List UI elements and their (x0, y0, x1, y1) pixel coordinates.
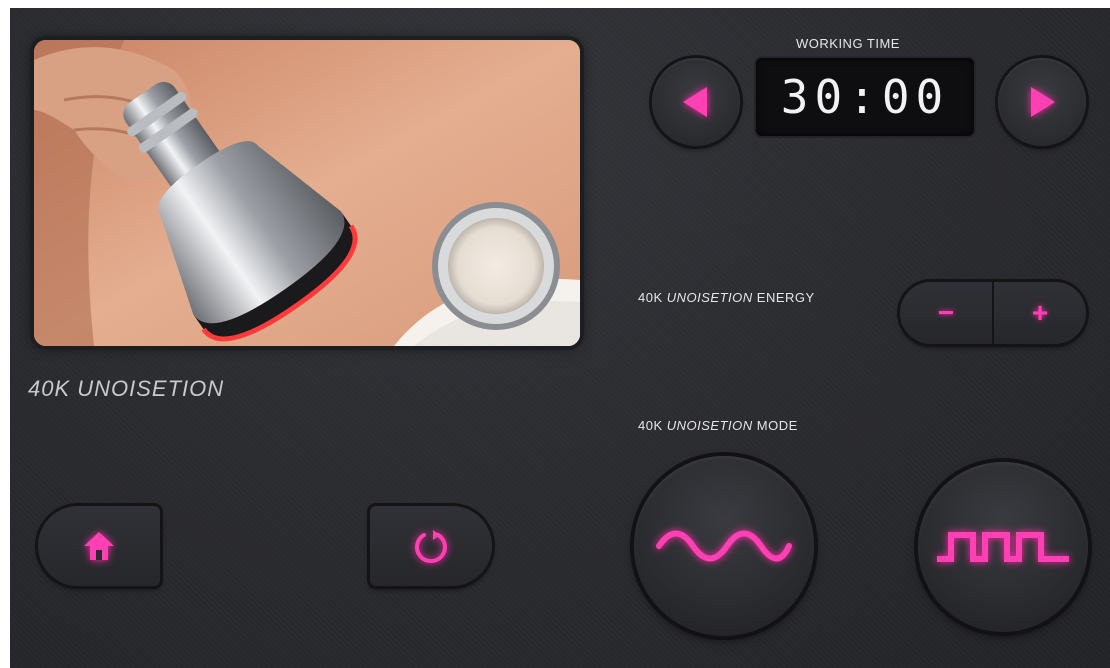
sine-wave-icon (656, 530, 792, 562)
time-decrease-button[interactable] (652, 58, 740, 146)
energy-stepper: − + (900, 282, 1086, 344)
device-name: 40K UNOISETION (28, 376, 225, 401)
energy-label-prefix: 40K (638, 290, 667, 305)
energy-label-suffix: ENERGY (752, 290, 815, 305)
sine-mode-button[interactable] (634, 456, 814, 636)
square-mode-button[interactable] (918, 462, 1088, 632)
treatment-image (34, 40, 580, 346)
reset-button[interactable] (370, 506, 492, 586)
home-icon (84, 532, 114, 560)
energy-minus-button[interactable]: − (900, 282, 992, 344)
time-increase-button[interactable] (998, 58, 1086, 146)
mode-label: 40K UNOISETION MODE (638, 418, 798, 433)
working-time-label: WORKING TIME (796, 36, 900, 51)
energy-label: 40K UNOISETION ENERGY (638, 290, 815, 305)
triangle-right-icon (1031, 87, 1055, 117)
energy-plus-button[interactable]: + (992, 282, 1086, 344)
working-time-display: 30:00 (756, 58, 974, 136)
mode-label-prefix: 40K (638, 418, 667, 433)
mode-label-suffix: MODE (752, 418, 798, 433)
refresh-icon (415, 530, 447, 564)
treatment-illustration (34, 40, 580, 346)
mode-label-italic: UNOISETION (666, 418, 753, 433)
energy-label-italic: UNOISETION (666, 290, 753, 305)
home-button[interactable] (38, 506, 160, 586)
square-wave-icon (937, 532, 1069, 562)
triangle-left-icon (683, 87, 707, 117)
